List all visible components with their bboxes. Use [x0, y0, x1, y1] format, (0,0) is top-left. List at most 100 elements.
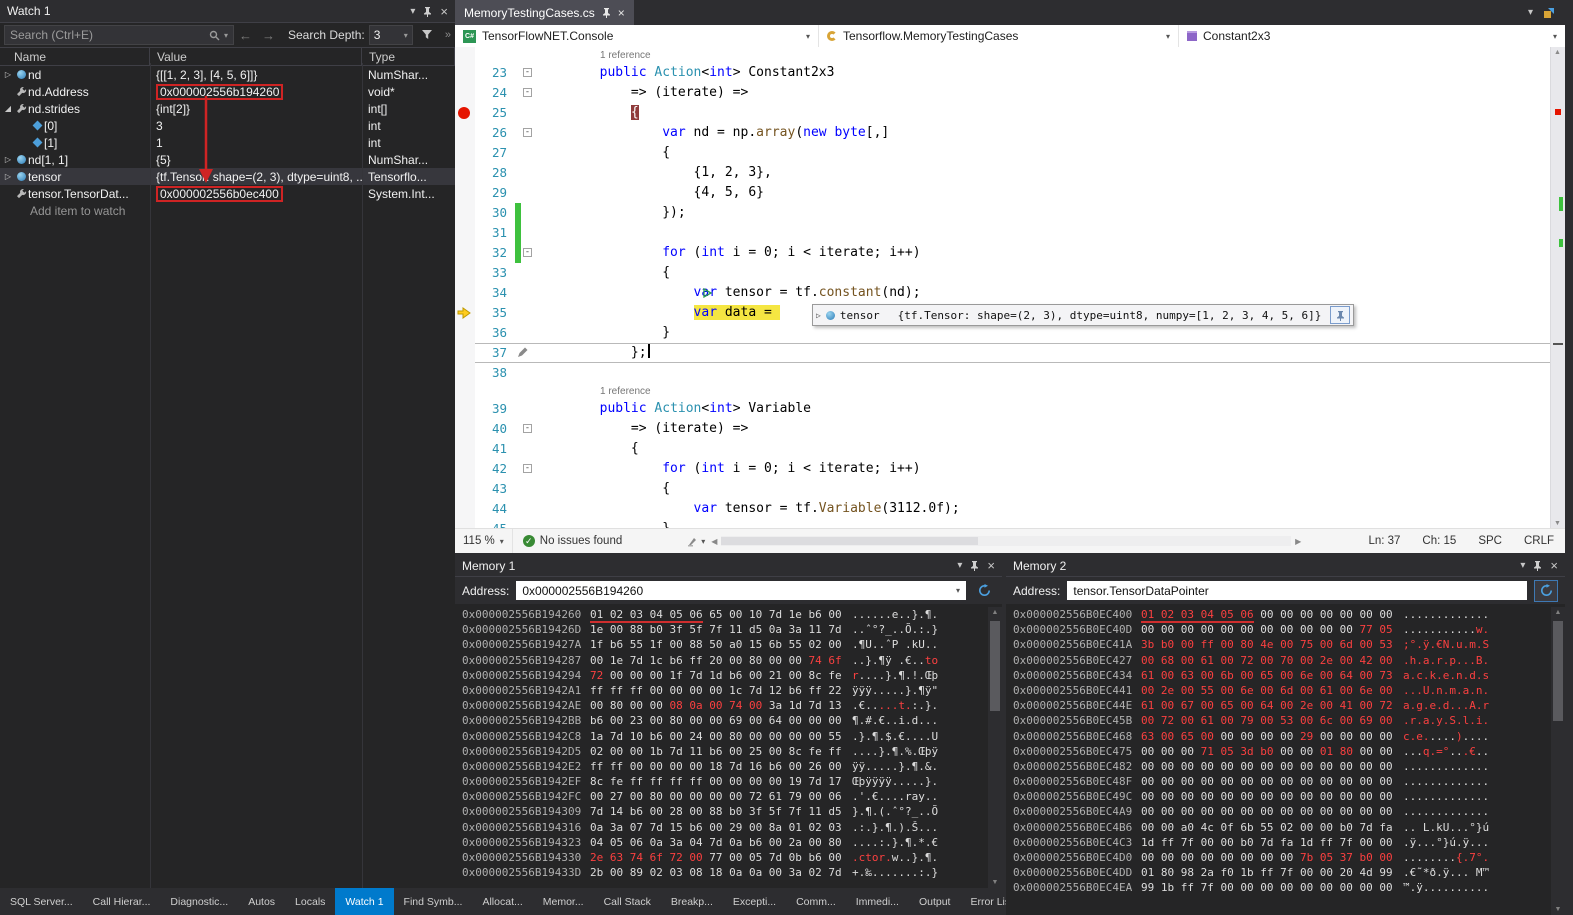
scroll-up-arrow-icon[interactable]: ▲: [1554, 49, 1561, 56]
code-line[interactable]: 29 {4, 5, 6}: [455, 183, 1551, 203]
memory1-address-input[interactable]: 0x000002556B194260 ▾: [516, 581, 966, 600]
code-line[interactable]: 42- for (int i = 0; i < iterate; i++): [455, 459, 1551, 479]
code-line[interactable]: 28 {1, 2, 3},: [455, 163, 1551, 183]
tool-window-tab[interactable]: Call Hierar...: [83, 888, 161, 915]
code-line[interactable]: 31: [455, 223, 1551, 243]
glyph-margin[interactable]: [455, 439, 475, 459]
glyph-margin[interactable]: [455, 459, 475, 479]
run-indicator-icon[interactable]: [703, 288, 713, 298]
tool-window-tab[interactable]: Find Symb...: [394, 888, 473, 915]
expander-icon[interactable]: ▷: [816, 311, 821, 320]
code-cleanup-icon[interactable]: ▾: [687, 536, 705, 547]
code-line[interactable]: 33 {: [455, 263, 1551, 283]
codelens-text[interactable]: 1 reference: [537, 47, 651, 63]
glyph-margin[interactable]: [455, 343, 475, 363]
fold-collapse-icon[interactable]: -: [523, 128, 532, 137]
fold-collapse-icon[interactable]: -: [523, 464, 532, 473]
scroll-right-arrow-icon[interactable]: ▶: [1295, 537, 1301, 546]
expander-icon[interactable]: ▷: [2, 172, 14, 181]
code-line[interactable]: 37 };: [455, 343, 1551, 363]
watch-row[interactable]: ▷nd{[[1, 2, 3], [4, 5, 6]]}NumShar...: [0, 66, 455, 83]
expander-icon[interactable]: ▷: [2, 155, 14, 164]
chevron-down-icon[interactable]: ▾: [956, 586, 960, 595]
glyph-margin[interactable]: [455, 399, 475, 419]
type-dropdown[interactable]: Tensorflow.MemoryTestingCases ▾: [819, 25, 1179, 47]
tool-window-tab[interactable]: Memor...: [533, 888, 594, 915]
glyph-margin[interactable]: [455, 183, 475, 203]
glyph-margin[interactable]: [455, 419, 475, 439]
code-line[interactable]: 32- for (int i = 0; i < iterate; i++): [455, 243, 1551, 263]
tool-window-tab[interactable]: Autos: [238, 888, 285, 915]
memory1-scrollbar[interactable]: ▲ ▼: [988, 607, 1002, 888]
scrollbar-thumb[interactable]: [990, 621, 1000, 711]
glyph-margin[interactable]: [455, 163, 475, 183]
close-icon[interactable]: ×: [987, 558, 995, 573]
zoom-select[interactable]: 115 % ▾: [455, 529, 513, 553]
search-depth-select[interactable]: 3 ▾: [369, 25, 413, 45]
document-health[interactable]: ✓ No issues found: [513, 535, 632, 547]
tool-window-tab[interactable]: Error List: [960, 888, 1006, 915]
watch-row[interactable]: ◢nd.strides{int[2]}int[]: [0, 100, 455, 117]
tool-window-tab[interactable]: Output: [909, 888, 961, 915]
glyph-margin[interactable]: [455, 83, 475, 103]
code-line[interactable]: 24- => (iterate) =>: [455, 83, 1551, 103]
filter-icon[interactable]: [422, 30, 433, 40]
code-line[interactable]: 27 {: [455, 143, 1551, 163]
document-tab[interactable]: MemoryTestingCases.cs ×: [455, 0, 634, 25]
pin-icon[interactable]: [1533, 560, 1542, 571]
code-line[interactable]: 38: [455, 363, 1551, 383]
glyph-margin[interactable]: [455, 283, 475, 303]
code-line[interactable]: 41 {: [455, 439, 1551, 459]
fold-collapse-icon[interactable]: -: [523, 248, 532, 257]
scroll-down-arrow-icon[interactable]: ▼: [1554, 520, 1561, 527]
scroll-up-arrow-icon[interactable]: ▲: [988, 609, 1002, 616]
watch-row[interactable]: nd.Address0x000002556b194260void*: [0, 83, 455, 100]
fold-collapse-icon[interactable]: -: [523, 68, 532, 77]
scroll-left-arrow-icon[interactable]: ◀: [711, 537, 717, 546]
glyph-margin[interactable]: [455, 323, 475, 343]
tool-window-tab[interactable]: SQL Server...: [0, 888, 83, 915]
code-line[interactable]: 26- var nd = np.array(new byte[,]: [455, 123, 1551, 143]
tool-window-tab[interactable]: Immedi...: [846, 888, 909, 915]
search-input[interactable]: Search (Ctrl+E) ▾: [4, 25, 234, 45]
glyph-margin[interactable]: [455, 203, 475, 223]
pin-icon[interactable]: [423, 6, 432, 17]
memory2-grid[interactable]: 0x000002556B0EC40001 02 03 04 05 06 00 0…: [1013, 607, 1549, 915]
datatip-popup[interactable]: ▷ tensor {tf.Tensor: shape=(2, 3), dtype…: [812, 304, 1354, 326]
column-header-value[interactable]: Value: [150, 48, 362, 65]
column-header-type[interactable]: Type: [362, 48, 455, 65]
pin-icon[interactable]: [602, 7, 611, 18]
glyph-margin[interactable]: [455, 243, 475, 263]
scrollbar-thumb[interactable]: [1553, 621, 1563, 721]
chevron-down-icon[interactable]: ▾: [957, 560, 962, 571]
tool-window-tab[interactable]: Comm...: [786, 888, 846, 915]
fold-collapse-icon[interactable]: -: [523, 424, 532, 433]
watch-row[interactable]: ▷tensor{tf.Tensor: shape=(2, 3), dtype=u…: [0, 168, 455, 185]
pin-icon[interactable]: [970, 560, 979, 571]
tool-window-tab[interactable]: Watch 1: [335, 888, 393, 915]
code-editor[interactable]: 1 reference23- public Action<int> Consta…: [455, 47, 1551, 529]
tool-window-tab[interactable]: Call Stack: [594, 888, 661, 915]
memory2-address-input[interactable]: tensor.TensorDataPointer: [1067, 581, 1527, 600]
code-line[interactable]: 39 public Action<int> Variable: [455, 399, 1551, 419]
tool-window-tab[interactable]: Locals: [285, 888, 335, 915]
breakpoint-icon[interactable]: [458, 107, 470, 119]
search-icon[interactable]: [209, 30, 220, 41]
code-line[interactable]: 43 {: [455, 479, 1551, 499]
code-line[interactable]: 36 }: [455, 323, 1551, 343]
glyph-margin[interactable]: [455, 223, 475, 243]
glyph-margin[interactable]: [455, 479, 475, 499]
glyph-margin[interactable]: [455, 499, 475, 519]
column-divider[interactable]: [362, 63, 363, 888]
memory2-scrollbar[interactable]: ▲ ▼: [1551, 607, 1565, 915]
expander-icon[interactable]: ◢: [2, 104, 14, 113]
glyph-margin[interactable]: [455, 143, 475, 163]
watch-row[interactable]: tensor.TensorDat...0x000002556b0ec400Sys…: [0, 185, 455, 202]
chevron-down-icon[interactable]: ▾: [410, 6, 415, 17]
tool-window-tab[interactable]: Excepti...: [723, 888, 786, 915]
glyph-margin[interactable]: [455, 383, 475, 399]
code-line[interactable]: 44 var tensor = tf.Variable(3112.0f);: [455, 499, 1551, 519]
horizontal-scrollbar[interactable]: ◀ ▶: [711, 536, 1301, 546]
codelens-label[interactable]: 1 reference: [600, 386, 651, 397]
memory1-grid[interactable]: 0x000002556B19426001 02 03 04 05 06 65 0…: [462, 607, 986, 888]
